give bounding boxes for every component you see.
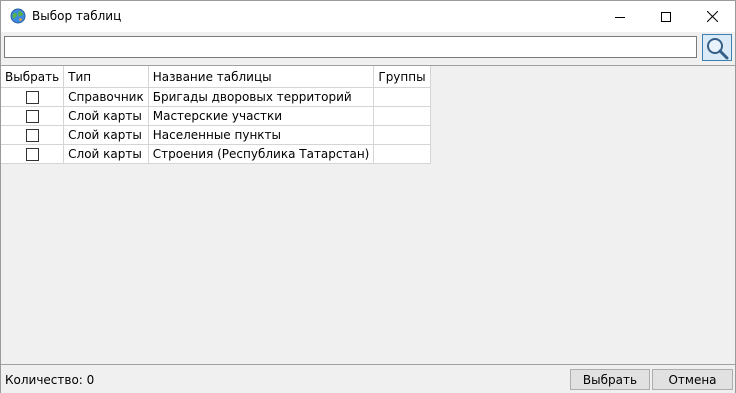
row-groups [373, 106, 431, 126]
magnifier-icon [707, 37, 729, 59]
window-title: Выбор таблиц [32, 9, 122, 23]
row-name: Населенные пункты [148, 125, 375, 145]
column-header-type[interactable]: Тип [63, 66, 149, 88]
row-name: Мастерские участки [148, 106, 375, 126]
dialog-window: Выбор таблиц Выбрать Тип Название таблиц… [0, 0, 736, 393]
maximize-button[interactable] [643, 1, 689, 32]
select-button[interactable]: Выбрать [570, 369, 650, 390]
tables-table: Выбрать Тип Название таблицы Группы Спра… [1, 66, 431, 164]
status-bar: Количество: 0 Выбрать Отмена [1, 364, 735, 393]
row-type: Справочник [63, 87, 149, 107]
search-input[interactable] [4, 36, 697, 58]
row-checkbox-cell[interactable] [1, 106, 65, 126]
table-header-row: Выбрать Тип Название таблицы Группы [1, 66, 431, 88]
title-bar[interactable]: Выбор таблиц [1, 1, 735, 32]
minimize-icon [615, 16, 625, 18]
row-type: Слой карты [63, 144, 149, 164]
search-bar [1, 32, 735, 65]
select-checkbox[interactable] [25, 110, 39, 123]
count-label: Количество: 0 [5, 373, 95, 387]
row-groups [373, 125, 431, 145]
column-header-select[interactable]: Выбрать [1, 66, 65, 88]
close-button[interactable] [689, 1, 735, 32]
maximize-icon [661, 11, 671, 22]
table-row[interactable]: Слой карты Строения (Республика Татарста… [1, 144, 431, 164]
globe-icon [10, 8, 26, 24]
table-row[interactable]: Справочник Бригады дворовых территорий [1, 87, 431, 107]
row-checkbox-cell[interactable] [1, 144, 65, 164]
select-checkbox[interactable] [25, 91, 39, 104]
row-checkbox-cell[interactable] [1, 87, 65, 107]
tables-grid: Выбрать Тип Название таблицы Группы Спра… [1, 65, 735, 365]
row-checkbox-cell[interactable] [1, 125, 65, 145]
row-name: Бригады дворовых территорий [148, 87, 375, 107]
row-type: Слой карты [63, 125, 149, 145]
close-icon [706, 11, 718, 22]
row-name: Строения (Республика Татарстан) [148, 144, 375, 164]
select-checkbox[interactable] [25, 129, 39, 142]
column-header-name[interactable]: Название таблицы [148, 66, 375, 88]
column-header-groups[interactable]: Группы [373, 66, 431, 88]
row-groups [373, 87, 431, 107]
cancel-button[interactable]: Отмена [652, 369, 733, 390]
table-row[interactable]: Слой карты Населенные пункты [1, 125, 431, 145]
table-row[interactable]: Слой карты Мастерские участки [1, 106, 431, 126]
row-type: Слой карты [63, 106, 149, 126]
row-groups [373, 144, 431, 164]
minimize-button[interactable] [597, 1, 643, 32]
search-button[interactable] [702, 34, 732, 61]
select-checkbox[interactable] [25, 148, 39, 161]
